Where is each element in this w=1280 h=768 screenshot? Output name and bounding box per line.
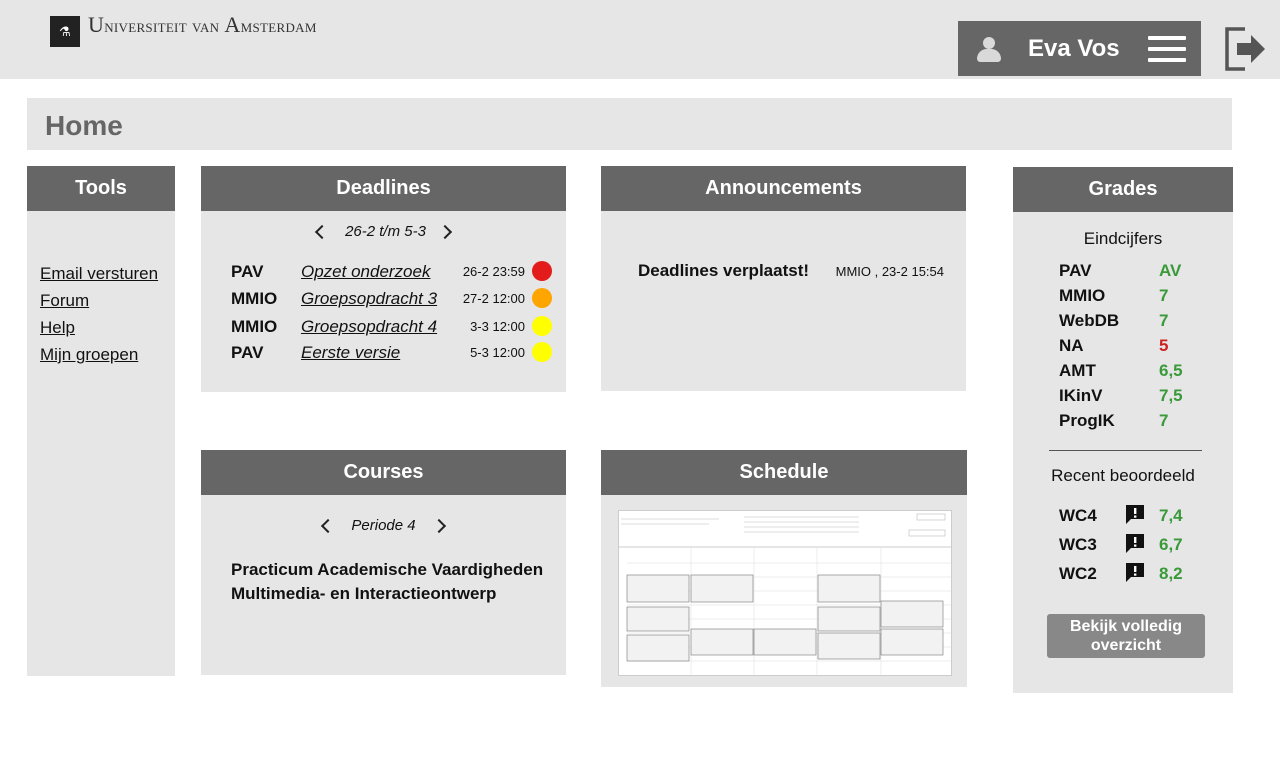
grade-course: MMIO xyxy=(1059,286,1106,305)
tools-title: Tools xyxy=(27,166,175,211)
final-grades-label: Eindcijfers xyxy=(1083,229,1163,248)
deadline-title-link[interactable]: Groepsopdracht 3 xyxy=(301,289,437,309)
schedule-panel: Schedule xyxy=(601,450,967,687)
page-header: Home xyxy=(27,98,1232,150)
grade-course: AMT xyxy=(1059,361,1096,380)
chevron-left-icon[interactable] xyxy=(321,518,336,533)
announcements-title: Announcements xyxy=(601,166,966,211)
feedback-icon[interactable] xyxy=(1124,503,1146,525)
recent-assignment-link[interactable]: WC2 xyxy=(1059,564,1097,584)
grade-value: 7 xyxy=(1159,311,1169,330)
courses-title: Courses xyxy=(201,450,566,495)
recent-grade-value: 7,4 xyxy=(1159,506,1183,525)
schedule-thumbnail[interactable] xyxy=(618,510,952,676)
grades-panel: Grades Eindcijfers PAV AV MMIO 7 WebDB 7… xyxy=(1013,167,1233,693)
grade-course: PAV xyxy=(1059,261,1092,280)
deadline-title-link[interactable]: Opzet onderzoek xyxy=(301,262,430,282)
announcement-title-link[interactable]: Deadlines verplaatst! xyxy=(638,261,809,281)
schedule-title: Schedule xyxy=(601,450,967,495)
course-link[interactable]: Practicum Academische Vaardigheden xyxy=(231,558,543,582)
recent-grade-value: 6,7 xyxy=(1159,535,1183,554)
grades-title: Grades xyxy=(1013,167,1233,212)
logo-text: UNIVERSITEIT VAN AMSTERDAM xyxy=(88,12,317,38)
tools-link-help[interactable]: Help xyxy=(40,314,158,341)
uva-crest-icon: ⚗ xyxy=(50,16,80,47)
chevron-right-icon[interactable] xyxy=(431,518,446,533)
recent-assignment-link[interactable]: WC3 xyxy=(1059,535,1097,555)
chevron-left-icon[interactable] xyxy=(314,224,330,239)
avatar-icon xyxy=(974,34,1004,64)
grade-course: NA xyxy=(1059,336,1084,355)
announcements-panel: Announcements Deadlines verplaatst! MMIO… xyxy=(601,166,966,391)
deadline-date: 26-2 23:59 xyxy=(462,264,525,279)
grade-value: 6,5 xyxy=(1159,361,1183,380)
recent-assignment-link[interactable]: WC4 xyxy=(1059,506,1097,526)
deadline-status-dot xyxy=(532,342,552,362)
deadline-date: 5-3 12:00 xyxy=(470,345,525,360)
deadline-course: PAV xyxy=(231,343,264,362)
tools-link-groups[interactable]: Mijn groepen xyxy=(40,341,158,368)
deadlines-panel: Deadlines 26-2 t/m 5-3 PAV Opzet onderzo… xyxy=(201,166,566,392)
announcement-meta: MMIO , 23-2 15:54 xyxy=(835,264,944,279)
deadline-status-dot xyxy=(532,261,552,281)
grade-value: 5 xyxy=(1159,336,1169,355)
tools-link-forum[interactable]: Forum xyxy=(40,287,158,314)
grade-value: 7 xyxy=(1159,411,1169,430)
deadlines-range: 26-2 t/m 5-3 xyxy=(345,223,426,240)
deadline-date: 3-3 12:00 xyxy=(470,319,525,334)
grades-divider xyxy=(1049,450,1202,451)
feedback-icon[interactable] xyxy=(1124,561,1146,583)
course-link[interactable]: Multimedia- en Interactieontwerp xyxy=(231,582,543,606)
recent-grade-value: 8,2 xyxy=(1159,564,1183,583)
deadline-status-dot xyxy=(532,288,552,308)
feedback-icon[interactable] xyxy=(1124,532,1146,554)
user-menu[interactable]: Eva Vos xyxy=(958,21,1201,76)
deadline-row: PAV Eerste versie 5-3 12:00 xyxy=(201,342,566,369)
deadline-row: MMIO Groepsopdracht 3 27-2 12:00 xyxy=(201,288,566,315)
courses-period: Periode 4 xyxy=(351,517,416,534)
logout-icon[interactable] xyxy=(1223,26,1267,72)
deadlines-title: Deadlines xyxy=(201,166,566,211)
uva-logo[interactable]: ⚗ UNIVERSITEIT VAN AMSTERDAM xyxy=(50,14,360,48)
deadline-status-dot xyxy=(532,316,552,336)
deadline-row: PAV Opzet onderzoek 26-2 23:59 xyxy=(201,261,566,288)
tools-panel: Tools Email versturen Forum Help Mijn gr… xyxy=(27,166,175,676)
courses-panel: Courses Periode 4 Practicum Academische … xyxy=(201,450,566,675)
chevron-right-icon[interactable] xyxy=(437,224,453,239)
deadline-title-link[interactable]: Eerste versie xyxy=(301,343,400,363)
grade-value: 7,5 xyxy=(1159,386,1183,405)
grade-value: AV xyxy=(1159,261,1182,280)
deadline-course: MMIO xyxy=(231,317,278,336)
deadlines-pager: 26-2 t/m 5-3 xyxy=(201,223,566,240)
grade-value: 7 xyxy=(1159,286,1169,305)
deadline-title-link[interactable]: Groepsopdracht 4 xyxy=(301,317,437,337)
menu-icon[interactable] xyxy=(1147,35,1186,62)
grade-course: ProgIK xyxy=(1059,411,1115,430)
user-name: Eva Vos xyxy=(1028,34,1120,62)
deadline-date: 27-2 12:00 xyxy=(462,291,525,306)
grade-course: WebDB xyxy=(1059,311,1120,330)
grade-course: IKinV xyxy=(1059,386,1103,405)
recent-grades-label: Recent beoordeeld xyxy=(1051,466,1195,485)
deadline-course: MMIO xyxy=(231,289,278,308)
deadline-row: MMIO Groepsopdracht 4 3-3 12:00 xyxy=(201,316,566,343)
announcement-item: Deadlines verplaatst! MMIO , 23-2 15:54 xyxy=(638,261,944,281)
deadline-course: PAV xyxy=(231,262,264,281)
tools-link-email[interactable]: Email versturen xyxy=(40,260,158,287)
page-title: Home xyxy=(45,110,123,141)
courses-pager: Periode 4 xyxy=(201,517,566,534)
view-full-overview-button[interactable]: Bekijk volledig overzicht xyxy=(1047,614,1205,658)
